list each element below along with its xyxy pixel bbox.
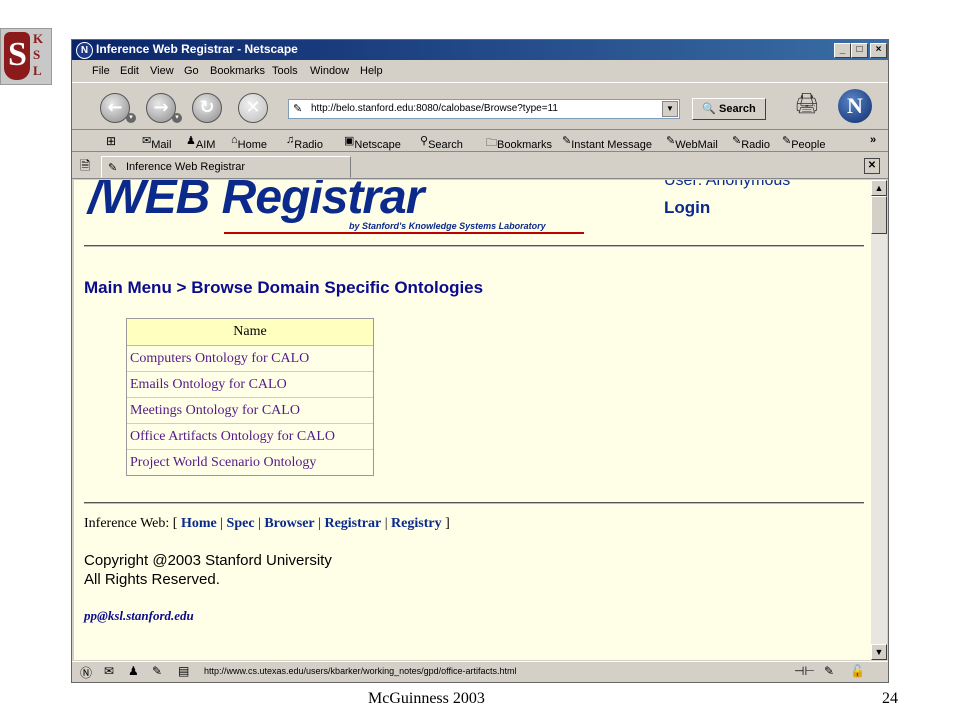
url-dropdown-icon[interactable]: ▼ <box>662 101 678 117</box>
table-row[interactable]: Meetings Ontology for CALO <box>127 398 373 424</box>
title-bar: N Inference Web Registrar - Netscape _ □… <box>72 40 888 60</box>
browser-window: N Inference Web Registrar - Netscape _ □… <box>71 39 889 683</box>
tab-page-icon: ✎ <box>108 162 118 174</box>
vertical-scrollbar[interactable]: ▲ ▼ <box>871 180 887 660</box>
bookmark-search[interactable]: ⚲ Search <box>420 134 463 151</box>
footer-link-browser[interactable]: Browser <box>264 516 314 531</box>
address-book-icon[interactable]: ▤ <box>178 664 189 678</box>
tab-inference-web-registrar[interactable]: ✎ Inference Web Registrar <box>101 156 351 178</box>
menu-edit[interactable]: Edit <box>120 65 139 77</box>
scroll-thumb[interactable] <box>871 196 887 234</box>
logo-letters: KSL <box>33 31 44 78</box>
stop-button[interactable]: ✕ <box>238 93 268 123</box>
ksl-logo: S KSL <box>0 28 52 85</box>
minimize-button[interactable]: _ <box>834 43 851 58</box>
mail-status-icon[interactable]: ✉ <box>104 664 114 678</box>
menu-tools[interactable]: Tools <box>272 65 298 77</box>
bookmarks-folder[interactable]: 🗀 Bookmarks <box>486 134 552 153</box>
search-button[interactable]: 🔍 Search <box>692 98 766 120</box>
table-header-name: Name <box>127 319 373 346</box>
menu-help[interactable]: Help <box>360 65 383 77</box>
menu-go[interactable]: Go <box>184 65 199 77</box>
status-bar: Ⓝ ✉ ♟ ✎ ▤ http://www.cs.utexas.edu/users… <box>72 661 888 682</box>
url-bar[interactable]: ✎ http://belo.stanford.edu:8080/calobase… <box>288 99 680 119</box>
slide-author: McGuinness 2003 <box>368 690 485 707</box>
breadcrumb: Main Menu > Browse Domain Specific Ontol… <box>84 278 484 297</box>
personal-toolbar: ⊞ ✉ Mail ♟ AIM ⌂ Home ♫ Radio ▣ Netscape… <box>72 129 888 152</box>
search-icon: 🔍 <box>702 103 716 115</box>
copyright-line: Copyright @2003 Stanford University <box>84 552 332 569</box>
menu-file[interactable]: File <box>92 65 110 77</box>
bookmark-people[interactable]: ✎ People <box>782 134 825 151</box>
page-content: /WEB Registrar by Stanford's Knowledge S… <box>74 180 871 660</box>
bookmark-netscape[interactable]: ▣ Netscape <box>344 134 401 151</box>
table-row[interactable]: Office Artifacts Ontology for CALO <box>127 424 373 450</box>
url-text: http://belo.stanford.edu:8080/calobase/B… <box>311 103 558 114</box>
menu-bookmarks[interactable]: Bookmarks <box>210 65 265 77</box>
chevron-more-icon[interactable]: » <box>870 134 876 146</box>
netscape-app-icon: N <box>76 42 93 59</box>
new-tab-icon[interactable]: 🗎 <box>80 157 90 179</box>
menu-bar: File Edit View Go Bookmarks Tools Window… <box>72 61 888 81</box>
ontology-table: Name Computers Ontology for CALO Emails … <box>126 318 374 476</box>
footer-link-registry[interactable]: Registry <box>391 516 442 531</box>
print-icon[interactable]: 🖨 <box>794 91 820 117</box>
table-row[interactable]: Project World Scenario Ontology <box>127 450 373 475</box>
status-url: http://www.cs.utexas.edu/users/kbarker/w… <box>204 666 517 676</box>
table-row[interactable]: Emails Ontology for CALO <box>127 372 373 398</box>
page-proxy-icon: ✎ <box>293 103 303 115</box>
brand-underline <box>224 232 584 234</box>
contact-email-link[interactable]: pp@ksl.stanford.edu <box>84 608 194 624</box>
bookmark-instant-message[interactable]: ✎ Instant Message <box>562 134 652 151</box>
user-status: User: Anonymous <box>664 180 791 189</box>
reload-button[interactable]: ↻ <box>192 93 222 123</box>
close-button[interactable]: × <box>870 43 887 58</box>
close-tab-button[interactable]: ✕ <box>864 158 880 174</box>
maximize-button[interactable]: □ <box>851 43 868 58</box>
rights-line: All Rights Reserved. <box>84 571 220 588</box>
table-row[interactable]: Computers Ontology for CALO <box>127 346 373 372</box>
footer-link-registrar[interactable]: Registrar <box>324 516 381 531</box>
composer-status-icon[interactable]: ✎ <box>152 664 162 678</box>
scroll-down-icon[interactable]: ▼ <box>871 644 887 660</box>
scroll-up-icon[interactable]: ▲ <box>871 180 887 196</box>
bookmark-home[interactable]: ⌂ Home <box>231 134 267 151</box>
back-dropdown-icon[interactable]: ▾ <box>126 113 136 123</box>
security-status-icon[interactable]: ✎ <box>824 664 834 678</box>
divider <box>84 245 864 247</box>
bookmark-aim[interactable]: ♟ AIM <box>186 134 215 151</box>
footer-link-home[interactable]: Home <box>181 516 217 531</box>
brand-subtitle: by Stanford's Knowledge Systems Laborato… <box>349 221 546 231</box>
slide-number: 24 <box>882 690 898 707</box>
window-title: Inference Web Registrar - Netscape <box>96 42 298 56</box>
lock-icon[interactable]: 🔓 <box>850 664 865 678</box>
home-tab-icon[interactable]: ⊞ <box>106 134 116 148</box>
login-link[interactable]: Login <box>664 198 710 218</box>
netscape-status-icon[interactable]: Ⓝ <box>80 664 92 681</box>
forward-dropdown-icon[interactable]: ▾ <box>172 113 182 123</box>
online-status-icon[interactable]: ⊣⊢ <box>794 664 815 678</box>
divider <box>84 502 864 504</box>
footer-links: Inference Web: [ Home | Spec | Browser |… <box>84 516 450 531</box>
footer-link-spec[interactable]: Spec <box>227 516 255 531</box>
bookmark-webmail[interactable]: ✎ WebMail <box>666 134 718 151</box>
aim-status-icon[interactable]: ♟ <box>128 664 139 678</box>
menu-view[interactable]: View <box>150 65 174 77</box>
menu-window[interactable]: Window <box>310 65 349 77</box>
netscape-throbber-icon[interactable]: N <box>838 89 872 123</box>
bookmark-radio-2[interactable]: ✎ Radio <box>732 134 770 151</box>
brand-logo: /WEB Registrar <box>88 180 424 224</box>
bookmark-mail[interactable]: ✉ Mail <box>142 134 171 151</box>
tab-bar: 🗎 ✎ Inference Web Registrar ✕ <box>72 152 888 179</box>
navigation-toolbar: ← ▾ → ▾ ↻ ✕ ✎ http://belo.stanford.edu:8… <box>72 82 888 130</box>
bookmark-radio[interactable]: ♫ Radio <box>286 134 323 151</box>
